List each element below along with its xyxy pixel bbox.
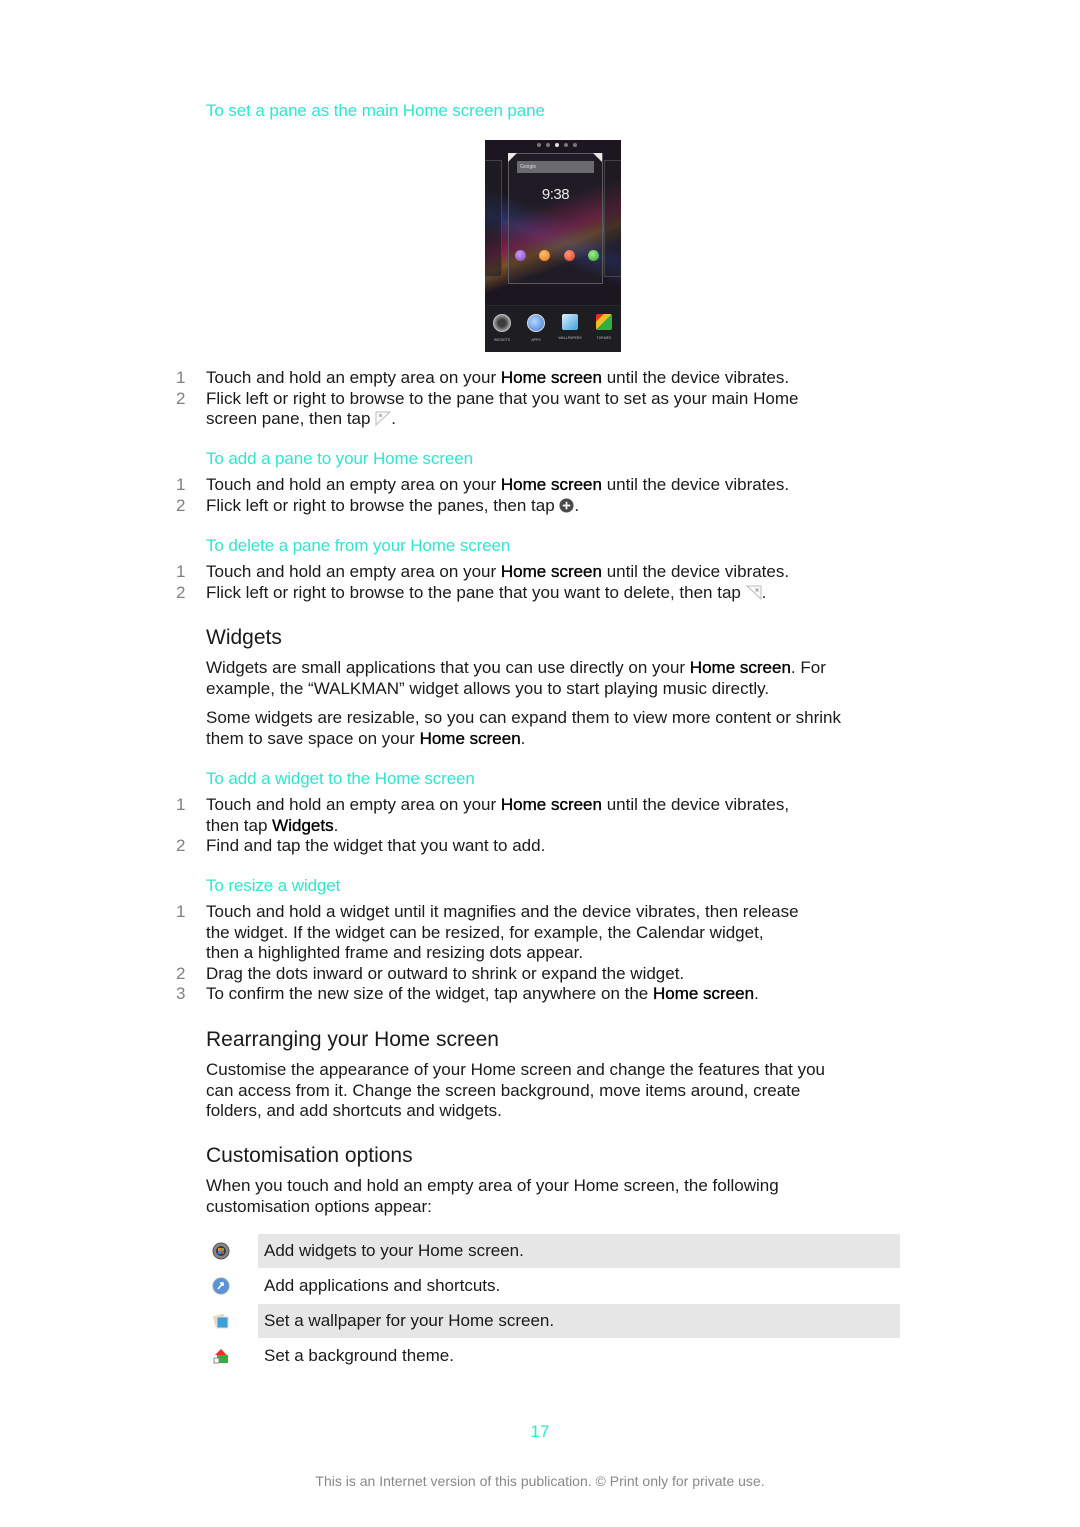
heading-rearranging: Rearranging your Home screen [206, 1028, 499, 1051]
footer-notice: This is an Internet version of this publ… [315, 1473, 765, 1489]
rearranging-paragraph: Customise the appearance of your Home sc… [206, 1060, 825, 1120]
delete-pane-corner-icon [593, 153, 602, 162]
subheading-set-main-pane: To set a pane as the main Home screen pa… [206, 101, 545, 120]
app-icon [539, 250, 551, 261]
option-row-apps: Add applications and shortcuts. [210, 1269, 900, 1303]
step: 2 Flick left or right to browse the pane… [176, 495, 580, 515]
step: 1 Touch and hold an empty area on your H… [176, 562, 790, 581]
heading-customisation: Customisation options [206, 1144, 413, 1167]
app-icon [563, 250, 575, 261]
step: 2 Drag the dots inward or outward to shr… [176, 963, 685, 983]
subheading-resize-widget: To resize a widget [206, 876, 341, 895]
step: 2 Find and tap the widget that you want … [176, 836, 546, 855]
page-number: 17 [530, 1422, 550, 1441]
option-row-widgets: Add widgets to your Home screen. [210, 1234, 900, 1268]
clock-widget: 9:38 [541, 186, 570, 203]
add-circle-icon [559, 497, 574, 513]
pane-app-icons [515, 250, 599, 261]
step: 2 Flick left or right to browse to the p… [176, 388, 799, 429]
option-row-themes: Set a background theme. [210, 1339, 900, 1373]
home-pane-corner-icon [508, 153, 517, 162]
pane-preview-right [604, 160, 621, 277]
home-screen-edit-screenshot: Google 9:38 WIDGETS APPS WALLPAPERS THEM… [485, 140, 621, 352]
dock-item-wallpapers: WALLPAPERS [555, 314, 585, 340]
subheading-add-pane: To add a pane to your Home screen [206, 449, 473, 468]
wallpapers-icon [210, 1312, 258, 1330]
customisation-dock: WIDGETS APPS WALLPAPERS THEMES [485, 305, 621, 352]
dock-item-widgets: WIDGETS [487, 314, 517, 342]
step: 3 To confirm the new size of the widget,… [176, 984, 759, 1003]
google-search-bar: Google [517, 161, 594, 173]
pane-preview-main: Google 9:38 [508, 153, 603, 284]
widgets-paragraph-2: Some widgets are resizable, so you can e… [206, 708, 841, 748]
step: 1 Touch and hold a widget until it magni… [176, 902, 799, 962]
widgets-paragraph-1: Widgets are small applications that you … [206, 658, 826, 698]
step: 1 Touch and hold an empty area on your H… [176, 368, 790, 387]
dock-item-apps: APPS [521, 314, 551, 342]
step: 2 Flick left or right to browse to the p… [176, 582, 767, 602]
app-icon [587, 250, 599, 261]
pane-indicator-dots [537, 143, 577, 147]
subheading-add-widget: To add a widget to the Home screen [206, 769, 475, 788]
pane-preview-left [485, 160, 502, 277]
customisation-paragraph: When you touch and hold an empty area of… [206, 1176, 779, 1216]
step: 1 Touch and hold an empty area on your H… [176, 475, 790, 494]
app-icon [515, 250, 526, 261]
dock-item-themes: THEMES [589, 314, 619, 340]
heading-widgets: Widgets [206, 626, 282, 649]
apps-icon [210, 1277, 258, 1295]
widgets-icon [210, 1242, 258, 1260]
manual-page: To set a pane as the main Home screen pa… [0, 0, 1080, 1527]
themes-icon [210, 1347, 258, 1365]
delete-pane-corner-icon [745, 585, 762, 600]
subheading-delete-pane: To delete a pane from your Home screen [206, 536, 511, 555]
option-row-wallpapers: Set a wallpaper for your Home screen. [210, 1304, 900, 1338]
step: 1 Touch and hold an empty area on your H… [176, 795, 790, 835]
home-pane-corner-icon [375, 411, 392, 426]
